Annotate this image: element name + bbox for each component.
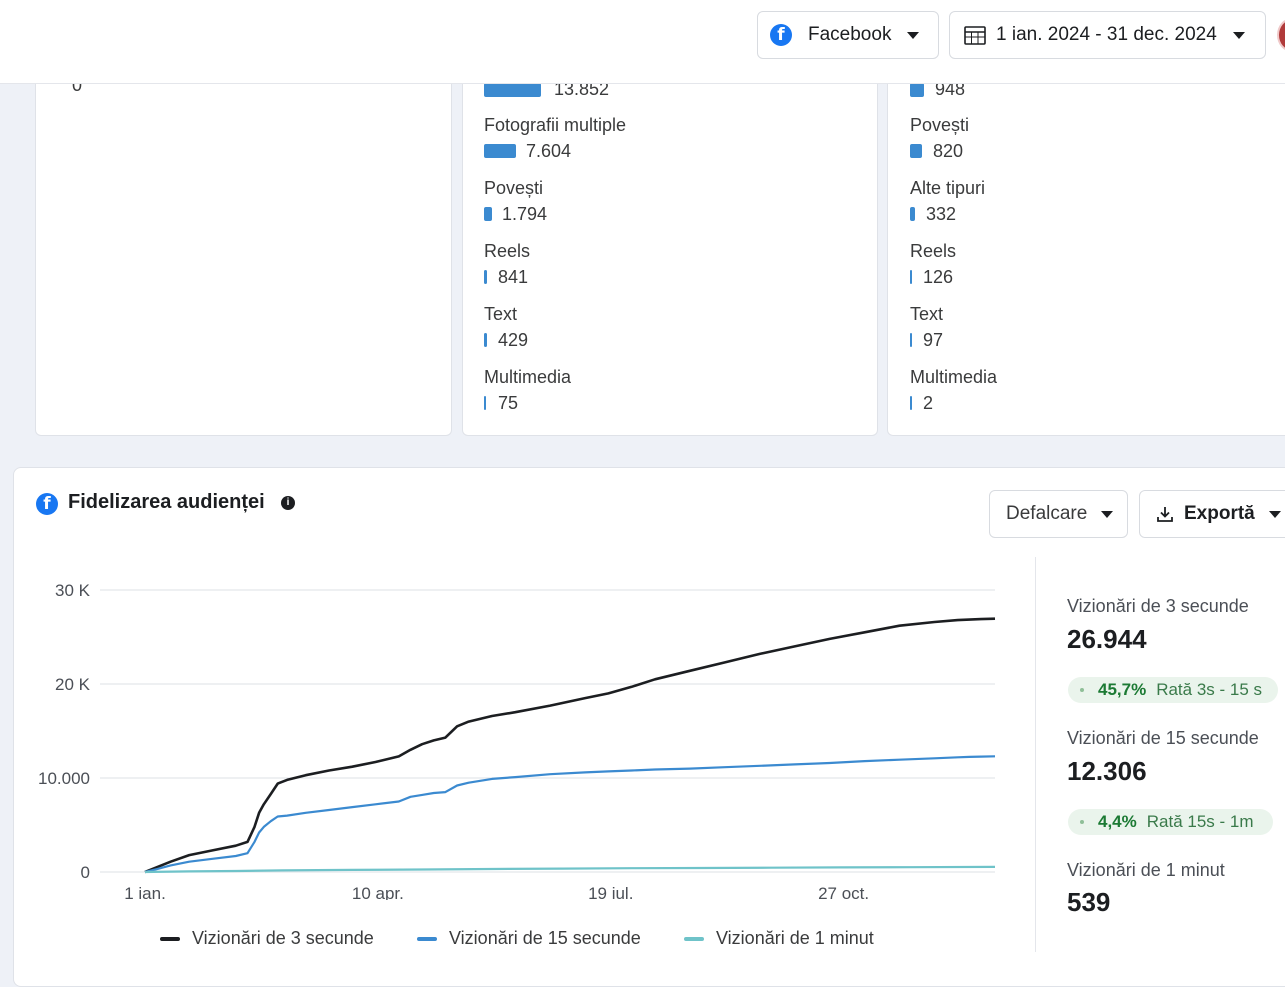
- stats-divider: [1035, 557, 1036, 952]
- breakdown-bar: [910, 83, 924, 97]
- breakdown-value: 820: [933, 141, 964, 161]
- breakdown-bar: [910, 144, 922, 158]
- legend-item[interactable]: Vizionări de 3 secunde: [160, 928, 374, 949]
- breakdown-dropdown-label: Defalcare: [1006, 503, 1088, 524]
- chevron-down-icon: [1232, 31, 1245, 39]
- breakdown-bar: [484, 333, 487, 347]
- breakdown-value: 126: [923, 267, 954, 287]
- x-tick-label: 27 oct.: [818, 884, 869, 900]
- breakdown-bar: [484, 144, 516, 158]
- legend-label: Vizionări de 15 secunde: [449, 928, 641, 948]
- breakdown-value: 75: [498, 393, 519, 413]
- left-breakdown-card: 0: [35, 40, 452, 436]
- breakdown-label: Fotografii multiple: [484, 115, 627, 135]
- series-line-2: [144, 755, 996, 874]
- date-range-label: 1 ian. 2024 - 31 dec. 2024: [996, 24, 1217, 45]
- rate-label: Rată 15s - 1m: [1146, 812, 1254, 831]
- breakdown-label: Multimedia: [910, 367, 998, 387]
- section-title: Fidelizarea audienței: [68, 491, 265, 513]
- breakdown-dropdown-button[interactable]: Defalcare: [989, 490, 1128, 538]
- stat-value: 12.306: [1067, 756, 1147, 786]
- series-line-1: [144, 617, 996, 874]
- right-breakdown-card: 948 Povești 820 Alte tipuri 332 Reels 12…: [887, 40, 1285, 436]
- series-line-3: [144, 865, 996, 874]
- stat-value: 539: [1067, 887, 1111, 917]
- rate-label: Rată 3s - 15 s: [1156, 680, 1263, 699]
- export-label: Exportă: [1184, 503, 1255, 524]
- chevron-down-icon: [907, 31, 920, 39]
- chevron-down-icon: [1101, 510, 1114, 518]
- y-tick-label: 10.000: [38, 769, 90, 788]
- breakdown-bar: [484, 270, 487, 284]
- facebook-logo-icon: f: [36, 493, 58, 515]
- breakdown-value: 1.794: [502, 204, 548, 224]
- breakdown-label: Text: [484, 304, 518, 324]
- breakdown-bar: [484, 396, 486, 410]
- legend-label: Vizionări de 1 minut: [716, 928, 874, 948]
- info-icon[interactable]: i: [281, 496, 295, 510]
- chevron-down-icon: [1268, 510, 1281, 518]
- legend-swatch: [160, 936, 180, 941]
- breakdown-bar: [910, 396, 912, 410]
- breakdown-bar: [484, 207, 492, 221]
- breakdown-label: Povești: [910, 115, 970, 135]
- y-tick-label: 0: [81, 863, 90, 882]
- y-tick-label: 20 K: [55, 675, 91, 694]
- rate-badge: 45,7% Rată 3s - 15 s: [1068, 677, 1278, 703]
- breakdown-value: 429: [498, 330, 529, 350]
- platform-selector-label: Facebook: [808, 24, 892, 45]
- breakdown-bar: [910, 270, 912, 284]
- calendar-icon: [964, 26, 986, 45]
- top-bar: f Facebook 1 ian. 2024 - 31 dec. 2024: [0, 0, 1285, 84]
- breakdown-value: 841: [498, 267, 529, 287]
- legend-label: Vizionări de 3 secunde: [192, 928, 374, 948]
- breakdown-value: 97: [923, 330, 944, 350]
- download-icon: [1157, 507, 1173, 522]
- breakdown-label: Alte tipuri: [910, 178, 986, 198]
- breakdown-bar: [910, 333, 912, 347]
- breakdown-label: Reels: [910, 241, 957, 261]
- export-button[interactable]: Exportă: [1139, 490, 1285, 538]
- legend-swatch: [684, 936, 704, 941]
- platform-selector-button[interactable]: f Facebook: [757, 11, 939, 59]
- breakdown-bar: [484, 83, 541, 97]
- stat-label: Vizionări de 3 secunde: [1067, 596, 1249, 616]
- legend-swatch: [417, 936, 437, 941]
- avatar[interactable]: [1277, 18, 1285, 52]
- stat-value: 26.944: [1067, 624, 1147, 654]
- rate-percent: 4,4%: [1098, 812, 1137, 831]
- rate-badge: 4,4% Rată 15s - 1m: [1068, 809, 1273, 835]
- rate-percent: 45,7%: [1098, 680, 1147, 699]
- stat-label: Vizionări de 15 secunde: [1067, 728, 1259, 748]
- rate-dot-icon: [1080, 688, 1084, 692]
- breakdown-value: 332: [926, 204, 957, 224]
- breakdown-label: Text: [910, 304, 944, 324]
- facebook-logo-icon: f: [770, 24, 792, 46]
- legend-item[interactable]: Vizionări de 1 minut: [684, 928, 874, 949]
- breakdown-label: Povești: [484, 178, 544, 198]
- date-range-button[interactable]: 1 ian. 2024 - 31 dec. 2024: [949, 11, 1266, 59]
- x-tick-label: 1 ian.: [124, 884, 166, 900]
- breakdown-value: 2: [923, 393, 934, 413]
- rate-dot-icon: [1080, 820, 1084, 824]
- x-tick-label: 10 apr.: [352, 884, 404, 900]
- breakdown-bar: [910, 207, 915, 221]
- breakdown-label: Reels: [484, 241, 531, 261]
- legend-item[interactable]: Vizionări de 15 secunde: [417, 928, 641, 949]
- breakdown-label: Multimedia: [484, 367, 572, 387]
- breakdown-value: 7.604: [526, 141, 572, 161]
- stat-label: Vizionări de 1 minut: [1067, 860, 1225, 880]
- middle-breakdown-card: 13.852 Fotografii multiple 7.604 Povești…: [462, 40, 878, 436]
- x-tick-label: 19 iul.: [588, 884, 633, 900]
- retention-line-chart: 0 10.000 20 K 30 K 1 ian. 10 apr. 19 iul. 27 oc…: [38, 581, 996, 900]
- y-tick-label: 30 K: [55, 581, 91, 600]
